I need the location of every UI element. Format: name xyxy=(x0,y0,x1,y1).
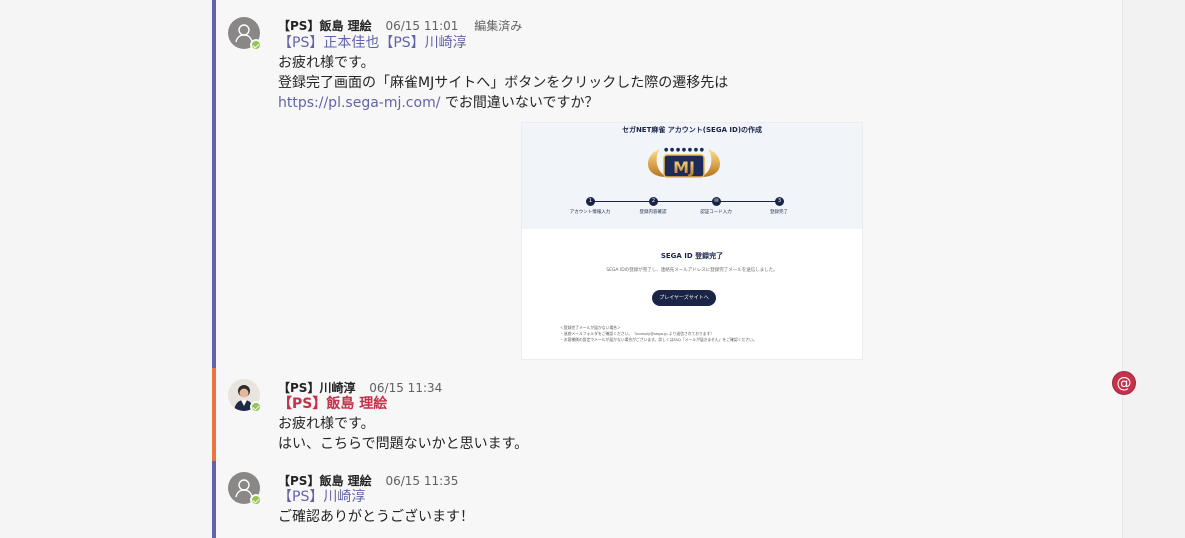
message-meta: 【PS】飯島 理絵 06/15 11:01 編集済み xyxy=(278,17,522,34)
step-label: 登録内容確認 xyxy=(639,210,667,215)
step-dot: 3 xyxy=(775,197,784,206)
message-link[interactable]: https://pl.sega-mj.com/ xyxy=(278,95,440,111)
step-dot: ✉ xyxy=(712,197,721,206)
message-body: 【PS】川崎淳 ご確認ありがとうございます！ xyxy=(278,487,474,527)
note-line: ・お客様側の設定でメールが届かない場合がございます。詳しくはFAQ「メールが届き… xyxy=(560,337,757,342)
mention[interactable]: 【PS】飯島 理絵 xyxy=(278,396,387,412)
message-line: でお間違いないですか？ xyxy=(440,95,599,111)
message-line: はい、こちらで問題ないかと思います。 xyxy=(278,436,529,452)
edited-label: 編集済み xyxy=(474,19,523,33)
svg-text:● ● ● ● ● ● ●: ● ● ● ● ● ● ● xyxy=(664,147,705,153)
thread-accent-bar xyxy=(212,461,216,538)
mention[interactable]: 【PS】正本佳也 xyxy=(278,35,379,51)
right-rail xyxy=(1122,0,1185,538)
attached-image[interactable]: セガNET麻雀 アカウント(SEGA ID)の作成 MJ ● ● ● ● ● ●… xyxy=(521,122,863,360)
complete-title: SEGA ID 登録完了 xyxy=(660,252,724,260)
message-line: お疲れ様です。 xyxy=(278,416,375,432)
author-name[interactable]: 【PS】飯島 理絵 xyxy=(278,474,372,488)
message-line: 登録完了画面の「麻雀MJサイトへ」ボタンをクリックした際の遷移先は xyxy=(278,75,729,91)
notes: ＜登録完了メールが届かない場合＞ ・迷惑メールフォルダをご確認ください。（nor… xyxy=(560,325,757,343)
timestamp: 06/15 11:34 xyxy=(369,381,443,395)
mention[interactable]: 【PS】川崎淳 xyxy=(278,489,365,505)
step-label: 登録完了 xyxy=(770,210,788,215)
timestamp: 06/15 11:35 xyxy=(385,474,459,488)
presence-available-icon xyxy=(250,494,262,506)
message-body: 【PS】飯島 理絵 お疲れ様です。 はい、こちらで問題ないかと思います。 xyxy=(278,394,528,454)
message-body: 【PS】正本佳也【PS】川崎淳 お疲れ様です。 登録完了画面の「麻雀MJサイトへ… xyxy=(278,33,728,113)
message-line: ご確認ありがとうございます！ xyxy=(278,509,474,525)
steps-line xyxy=(590,201,784,202)
timestamp: 06/15 11:01 xyxy=(385,19,459,33)
complete-text: SEGA IDの登録が完了し、連絡先メールアドレスに登録完了メールを送信しました… xyxy=(606,268,778,273)
image-title: セガNET麻雀 アカウント(SEGA ID)の作成 xyxy=(621,126,763,134)
message-line: お疲れ様です。 xyxy=(278,55,375,71)
step-label: アカウント情報入力 xyxy=(569,210,611,215)
thread-accent-bar xyxy=(212,0,216,368)
presence-available-icon xyxy=(250,401,262,413)
thread-accent-bar-mention xyxy=(212,368,216,461)
author-name[interactable]: 【PS】川崎淳 xyxy=(278,381,355,395)
mj-logo: MJ ● ● ● ● ● ● ● xyxy=(642,143,726,185)
image-header-area: セガNET麻雀 アカウント(SEGA ID)の作成 MJ ● ● ● ● ● ●… xyxy=(522,123,862,229)
at-mention-icon[interactable]: @ xyxy=(1112,371,1136,395)
author-name[interactable]: 【PS】飯島 理絵 xyxy=(278,19,372,33)
svg-text:MJ: MJ xyxy=(673,158,695,177)
mention[interactable]: 【PS】川崎淳 xyxy=(379,35,466,51)
presence-available-icon xyxy=(250,39,262,51)
players-site-button: プレイヤーズサイトへ xyxy=(652,290,716,306)
step-dot: 1 xyxy=(586,197,595,206)
step-dot: 2 xyxy=(649,197,658,206)
step-label: 認証コード入力 xyxy=(700,210,732,215)
progress-steps: 1 アカウント情報入力 2 登録内容確認 ✉ 認証コード入力 3 登録完了 xyxy=(566,197,822,219)
